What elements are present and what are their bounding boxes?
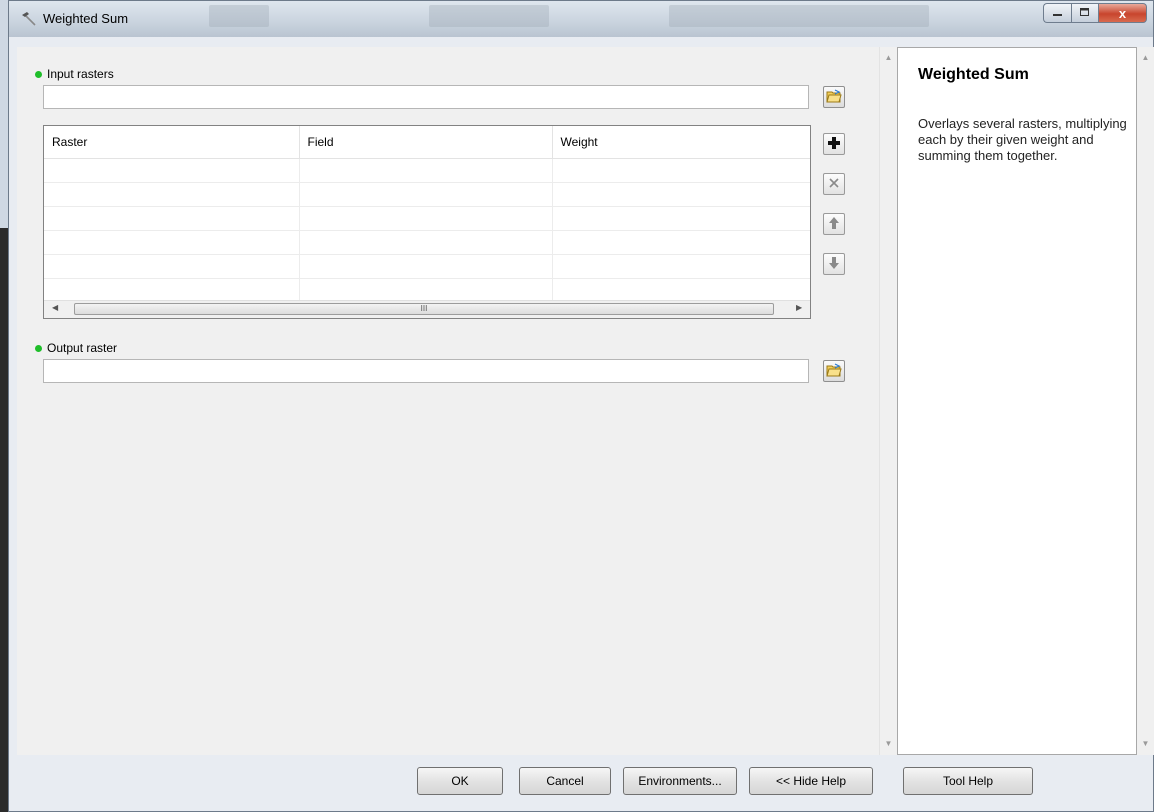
move-up-button[interactable] bbox=[823, 213, 845, 235]
folder-browse-icon bbox=[826, 88, 842, 106]
help-panel: Weighted Sum Overlays several rasters, m… bbox=[897, 47, 1137, 755]
parameters-vertical-scrollbar[interactable]: ▲ ▼ bbox=[879, 47, 897, 755]
maximize-button[interactable] bbox=[1071, 3, 1099, 23]
dialog-body: Input rasters Raster Field Weight ◀ III … bbox=[17, 47, 1154, 755]
output-raster-field[interactable] bbox=[43, 359, 809, 383]
column-header-raster[interactable]: Raster bbox=[44, 126, 300, 159]
help-description: Overlays several rasters, multiplying ea… bbox=[918, 116, 1127, 163]
field-cell[interactable] bbox=[299, 182, 553, 207]
column-header-weight[interactable]: Weight bbox=[552, 126, 810, 159]
title-bar-background bbox=[429, 5, 549, 27]
weight-cell[interactable] bbox=[552, 254, 810, 279]
plus-icon bbox=[827, 136, 841, 153]
help-vertical-scrollbar[interactable]: ▲ ▼ bbox=[1137, 47, 1154, 755]
table-row[interactable] bbox=[44, 182, 810, 207]
tool-help-button[interactable]: Tool Help bbox=[903, 767, 1033, 795]
raster-cell[interactable] bbox=[44, 182, 300, 207]
scroll-down-arrow-icon[interactable]: ▼ bbox=[880, 737, 897, 751]
raster-cell[interactable] bbox=[44, 158, 300, 183]
caption-buttons: x bbox=[1043, 3, 1147, 23]
add-row-button[interactable] bbox=[823, 133, 845, 155]
required-indicator-icon bbox=[35, 344, 42, 352]
table-header-row: Raster Field Weight bbox=[44, 126, 810, 159]
help-title: Weighted Sum bbox=[918, 66, 1029, 83]
raster-cell[interactable] bbox=[44, 254, 300, 279]
raster-cell[interactable] bbox=[44, 206, 300, 231]
scrollbar-thumb[interactable]: III bbox=[74, 303, 774, 315]
title-bar-background bbox=[669, 5, 929, 27]
scroll-up-arrow-icon[interactable]: ▲ bbox=[1137, 51, 1154, 65]
field-cell[interactable] bbox=[299, 158, 553, 183]
raster-cell[interactable] bbox=[44, 230, 300, 255]
field-cell[interactable] bbox=[299, 230, 553, 255]
environments-button[interactable]: Environments... bbox=[623, 767, 737, 795]
scroll-down-arrow-icon[interactable]: ▼ bbox=[1137, 737, 1154, 751]
weight-cell[interactable] bbox=[552, 278, 810, 303]
field-cell[interactable] bbox=[299, 278, 553, 303]
hammer-icon bbox=[19, 10, 37, 28]
input-rasters-label: Input rasters bbox=[47, 67, 114, 81]
folder-browse-icon bbox=[826, 362, 842, 380]
rasters-table: Raster Field Weight bbox=[44, 126, 810, 318]
column-header-field[interactable]: Field bbox=[299, 126, 553, 159]
maximize-icon bbox=[1080, 6, 1090, 20]
field-cell[interactable] bbox=[299, 254, 553, 279]
hide-help-button[interactable]: << Hide Help bbox=[749, 767, 873, 795]
background-edge bbox=[0, 228, 8, 812]
scroll-left-arrow-icon[interactable]: ◀ bbox=[52, 303, 58, 312]
title-bar[interactable]: Weighted Sum x bbox=[9, 1, 1153, 37]
weight-cell[interactable] bbox=[552, 230, 810, 255]
dialog-button-bar: OK Cancel Environments... << Hide Help T… bbox=[17, 759, 1145, 805]
delete-x-icon bbox=[828, 177, 840, 192]
table-row[interactable] bbox=[44, 254, 810, 279]
parameters-pane: Input rasters Raster Field Weight ◀ III … bbox=[17, 47, 879, 755]
close-icon: x bbox=[1118, 5, 1127, 21]
scroll-right-arrow-icon[interactable]: ▶ bbox=[796, 303, 802, 312]
remove-row-button[interactable] bbox=[823, 173, 845, 195]
move-down-button[interactable] bbox=[823, 253, 845, 275]
arrow-down-icon bbox=[828, 256, 840, 273]
output-raster-label-row: Output raster bbox=[35, 341, 117, 355]
table-row[interactable] bbox=[44, 206, 810, 231]
output-raster-label: Output raster bbox=[47, 341, 118, 355]
cancel-button[interactable]: Cancel bbox=[519, 767, 611, 795]
window-title: Weighted Sum bbox=[43, 11, 129, 26]
minimize-button[interactable] bbox=[1043, 3, 1071, 23]
close-button[interactable]: x bbox=[1099, 3, 1147, 23]
ok-button[interactable]: OK bbox=[417, 767, 503, 795]
weight-cell[interactable] bbox=[552, 158, 810, 183]
raster-cell[interactable] bbox=[44, 278, 300, 303]
table-row[interactable] bbox=[44, 230, 810, 255]
input-rasters-field[interactable] bbox=[43, 85, 809, 109]
input-rasters-browse-button[interactable] bbox=[823, 86, 845, 108]
weight-cell[interactable] bbox=[552, 182, 810, 207]
required-indicator-icon bbox=[35, 70, 42, 78]
input-rasters-grid: Raster Field Weight ◀ III ▶ bbox=[43, 125, 811, 319]
output-raster-browse-button[interactable] bbox=[823, 360, 845, 382]
tool-dialog-window: Weighted Sum x Input rasters Raster Fiel… bbox=[8, 0, 1154, 812]
table-row[interactable] bbox=[44, 158, 810, 183]
field-cell[interactable] bbox=[299, 206, 553, 231]
table-row[interactable] bbox=[44, 278, 810, 303]
input-rasters-label-row: Input rasters bbox=[35, 67, 114, 81]
arrow-up-icon bbox=[828, 216, 840, 233]
title-bar-background bbox=[209, 5, 269, 27]
scroll-up-arrow-icon[interactable]: ▲ bbox=[880, 51, 897, 65]
minimize-icon bbox=[1052, 6, 1063, 20]
weight-cell[interactable] bbox=[552, 206, 810, 231]
grid-horizontal-scrollbar[interactable]: ◀ III ▶ bbox=[44, 300, 810, 318]
scrollbar-grip-icon: III bbox=[420, 304, 428, 313]
